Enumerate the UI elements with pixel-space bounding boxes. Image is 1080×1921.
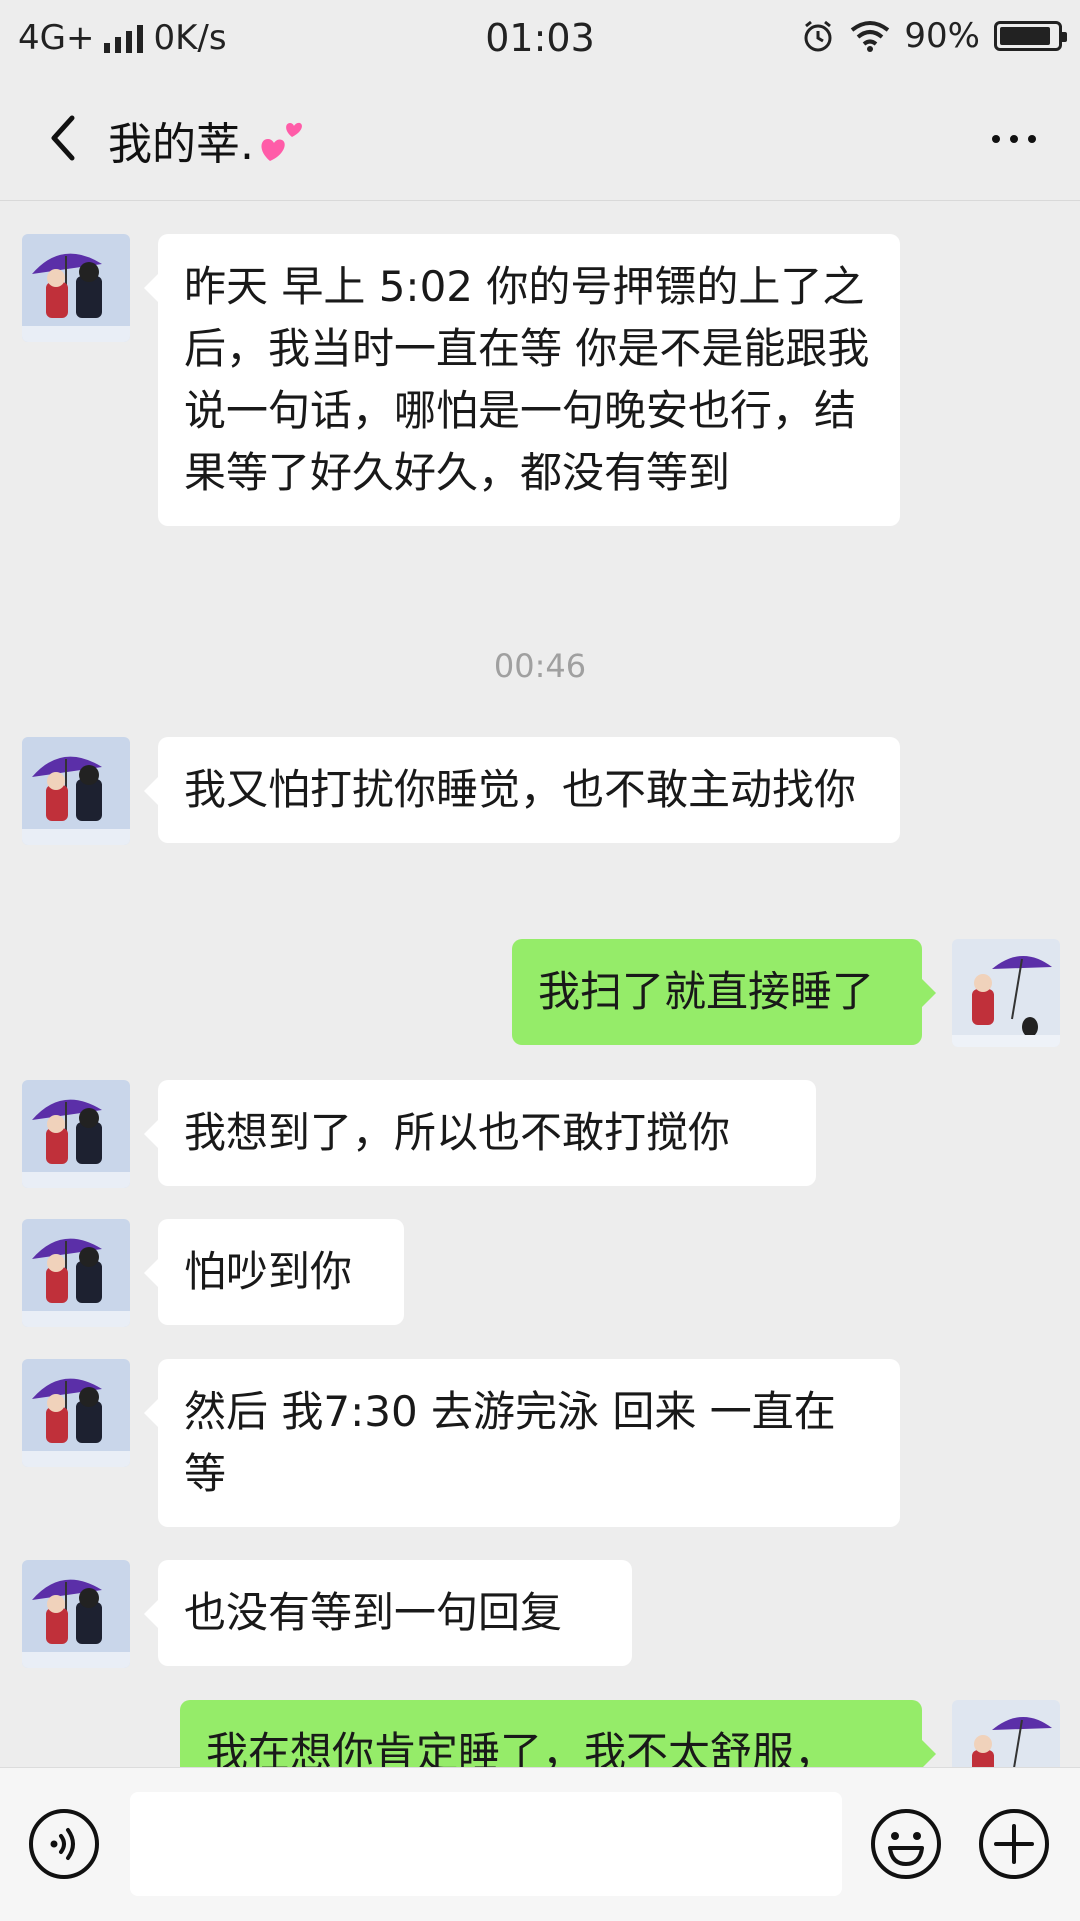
battery-percent: 90% — [904, 16, 980, 56]
message-bubble[interactable]: 我在想你肯定睡了，我不太舒服， — [180, 1700, 936, 1767]
chat-title: 我的莘. — [108, 108, 306, 172]
input-bar — [0, 1767, 1080, 1921]
message-bubble[interactable]: 也没有等到一句回复 — [144, 1560, 632, 1666]
contact-avatar[interactable] — [22, 1219, 130, 1327]
alarm-icon — [804, 20, 832, 52]
back-button[interactable] — [34, 108, 94, 168]
avatar-couple-umbrella-image — [22, 737, 130, 845]
chat-header: 我的莘. — [0, 76, 1080, 201]
message-bubble[interactable]: 我想到了，所以也不敢打搅你 — [144, 1080, 816, 1186]
my-avatar[interactable] — [952, 939, 1060, 1047]
contact-avatar[interactable] — [22, 234, 130, 342]
two-hearts-emoji-icon — [261, 122, 302, 161]
avatar-couple-umbrella-image — [22, 1080, 130, 1188]
avatar-couple-umbrella-image — [22, 1219, 130, 1327]
chat-title-text: 我的莘. — [108, 119, 254, 170]
message-bubble[interactable]: 昨天 早上 5:02 你的号押镖的上了之后，我当时一直在等 你是不是能跟我说一句… — [144, 234, 900, 526]
my-avatar[interactable] — [952, 1700, 1060, 1767]
avatar-couple-umbrella-image — [22, 1359, 130, 1467]
avatar-girl-umbrella-cat-image — [952, 939, 1060, 1047]
contact-avatar[interactable] — [22, 737, 130, 845]
status-bar-right: 90% — [800, 16, 1067, 56]
avatar-couple-umbrella-image — [22, 1560, 130, 1668]
message-bubble[interactable]: 我又怕打扰你睡觉，也不敢主动找你 — [144, 737, 900, 843]
wifi-icon — [851, 21, 890, 52]
voice-input-button[interactable] — [28, 1808, 100, 1880]
contact-avatar[interactable] — [22, 1359, 130, 1467]
battery-icon — [994, 21, 1067, 51]
message-input[interactable] — [130, 1792, 842, 1896]
battery-fill — [1000, 27, 1050, 45]
message-list[interactable]: 昨天 早上 5:02 你的号押镖的上了之后，我当时一直在等 你是不是能跟我说一句… — [0, 201, 1080, 1767]
message-bubble[interactable]: 然后 我7:30 去游完泳 回来 一直在等 — [144, 1359, 900, 1527]
more-options-button[interactable] — [984, 114, 1044, 164]
plus-button[interactable] — [978, 1808, 1050, 1880]
emoji-button[interactable] — [870, 1808, 942, 1880]
message-bubble[interactable]: 我扫了就直接睡了 — [512, 939, 936, 1045]
avatar-girl-umbrella-cat-image — [952, 1700, 1060, 1767]
contact-avatar[interactable] — [22, 1080, 130, 1188]
message-timestamp: 00:46 — [493, 647, 587, 685]
status-bar: 4G+ 0K/s 01:03 90% — [0, 0, 1080, 76]
contact-avatar[interactable] — [22, 1560, 130, 1668]
message-bubble[interactable]: 怕吵到你 — [144, 1219, 404, 1325]
avatar-couple-umbrella-image — [22, 234, 130, 342]
